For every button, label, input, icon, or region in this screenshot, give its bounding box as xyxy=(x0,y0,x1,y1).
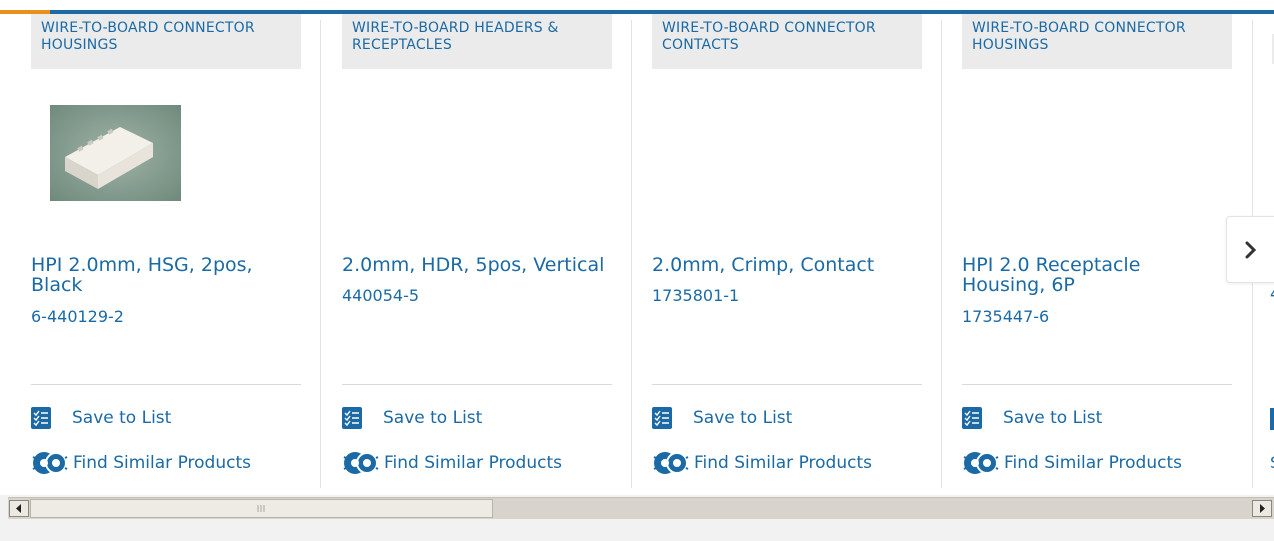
scrollbar-thumb[interactable] xyxy=(30,499,493,518)
product-part-number[interactable]: 440054-5 xyxy=(342,287,419,305)
chevron-right-icon xyxy=(1245,241,1257,259)
save-to-list-button[interactable]: Save to List xyxy=(652,405,792,431)
find-similar-button[interactable]: Find Similar Products xyxy=(342,450,562,476)
checklist-icon xyxy=(342,407,362,429)
grip-icon xyxy=(257,505,265,512)
product-category[interactable]: WIRE-TO-BOARD CONNECTOR HOUSINGS xyxy=(31,14,301,69)
product-title[interactable]: HPI 2.0mm, HSG, 2pos, Black xyxy=(31,255,301,295)
next-card-find-peek: S xyxy=(1270,453,1274,472)
product-card: WIRE-TO-BOARD CONNECTOR HOUSINGS HPI 2.0… xyxy=(962,14,1232,495)
save-to-list-button[interactable]: Save to List xyxy=(962,405,1102,431)
find-similar-label: Find Similar Products xyxy=(1004,453,1182,473)
find-similar-label: Find Similar Products xyxy=(694,453,872,473)
column-divider xyxy=(320,20,321,488)
product-title[interactable]: 2.0mm, HDR, 5pos, Vertical xyxy=(342,255,612,275)
checklist-icon xyxy=(1270,408,1274,430)
card-divider xyxy=(652,384,922,385)
column-divider xyxy=(941,20,942,488)
product-category[interactable]: WIRE-TO-BOARD CONNECTOR CONTACTS xyxy=(652,14,922,69)
product-card: WIRE-TO-BOARD HEADERS & RECEPTACLES 2.0m… xyxy=(342,14,612,495)
product-card: WIRE-TO-BOARD CONNECTOR HOUSINGS HPI 2.0… xyxy=(31,14,301,495)
checklist-icon xyxy=(962,407,982,429)
checklist-icon xyxy=(31,407,51,429)
card-divider xyxy=(342,384,612,385)
save-to-list-label: Save to List xyxy=(72,408,172,428)
find-similar-button[interactable]: Find Similar Products xyxy=(31,450,251,476)
find-similar-button[interactable]: Find Similar Products xyxy=(962,450,1182,476)
carousel-next-button[interactable] xyxy=(1226,216,1274,283)
find-similar-button[interactable]: Find Similar Products xyxy=(652,450,872,476)
product-part-number[interactable]: 1735447-6 xyxy=(962,308,1049,326)
arrow-right-icon xyxy=(1260,504,1265,513)
find-similar-label: Find Similar Products xyxy=(384,453,562,473)
product-card: WIRE-TO-BOARD CONNECTOR CONTACTS 2.0mm, … xyxy=(652,14,922,495)
similar-products-icon xyxy=(32,452,68,474)
card-divider xyxy=(31,384,301,385)
next-card-title-peek: 4 xyxy=(1270,284,1274,303)
similar-products-icon xyxy=(653,452,689,474)
checklist-icon xyxy=(652,407,672,429)
save-to-list-button[interactable]: Save to List xyxy=(31,405,171,431)
save-to-list-label: Save to List xyxy=(383,408,483,428)
scroll-left-button[interactable] xyxy=(9,500,29,517)
similar-products-icon xyxy=(343,452,379,474)
column-divider xyxy=(631,20,632,488)
product-title[interactable]: 2.0mm, Crimp, Contact xyxy=(652,255,922,275)
find-similar-label: Find Similar Products xyxy=(73,453,251,473)
horizontal-scrollbar[interactable] xyxy=(8,497,1274,519)
scroll-right-button[interactable] xyxy=(1252,500,1272,517)
product-part-number[interactable]: 6-440129-2 xyxy=(31,308,124,326)
product-category[interactable]: WIRE-TO-BOARD HEADERS & RECEPTACLES xyxy=(342,14,612,69)
save-to-list-label: Save to List xyxy=(1003,408,1103,428)
save-to-list-label: Save to List xyxy=(693,408,793,428)
product-part-number[interactable]: 1735801-1 xyxy=(652,287,739,305)
product-category[interactable]: WIRE-TO-BOARD CONNECTOR HOUSINGS xyxy=(962,14,1232,69)
card-divider xyxy=(962,384,1232,385)
product-carousel: WIRE-TO-BOARD CONNECTOR HOUSINGS HPI 2.0… xyxy=(0,0,1274,495)
arrow-left-icon xyxy=(16,504,21,513)
similar-products-icon xyxy=(963,452,999,474)
product-image[interactable] xyxy=(50,105,181,201)
save-to-list-button[interactable]: Save to List xyxy=(342,405,482,431)
product-title[interactable]: HPI 2.0 Receptacle Housing, 6P xyxy=(962,255,1192,295)
